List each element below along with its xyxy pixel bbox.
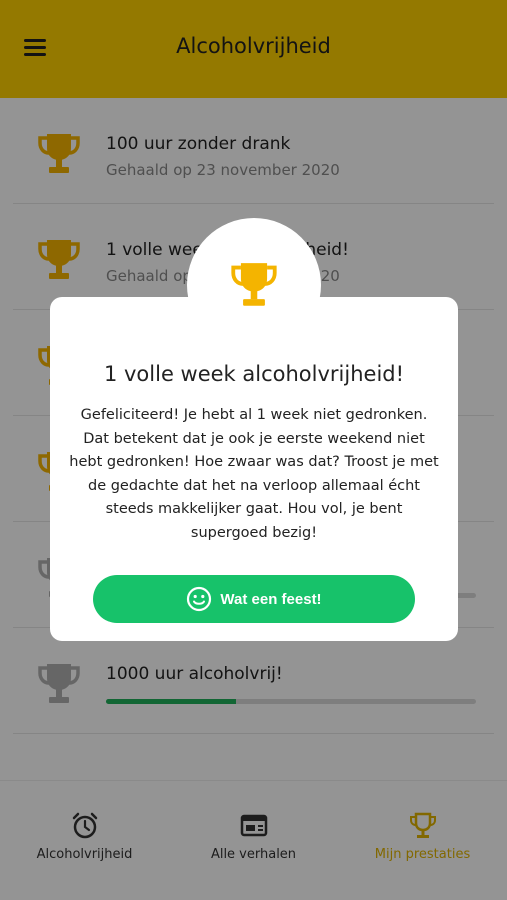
dialog-badge (187, 218, 321, 352)
trophy-icon (231, 263, 277, 306)
smiley-icon (187, 586, 212, 612)
celebrate-button[interactable]: Wat een feest! (93, 575, 415, 623)
dialog-title: 1 volle week alcoholvrijheid! (103, 362, 405, 386)
celebrate-button-label: Wat een feest! (220, 590, 322, 608)
dialog-message: Gefeliciteerd! Je hebt al 1 week niet ge… (69, 407, 439, 541)
